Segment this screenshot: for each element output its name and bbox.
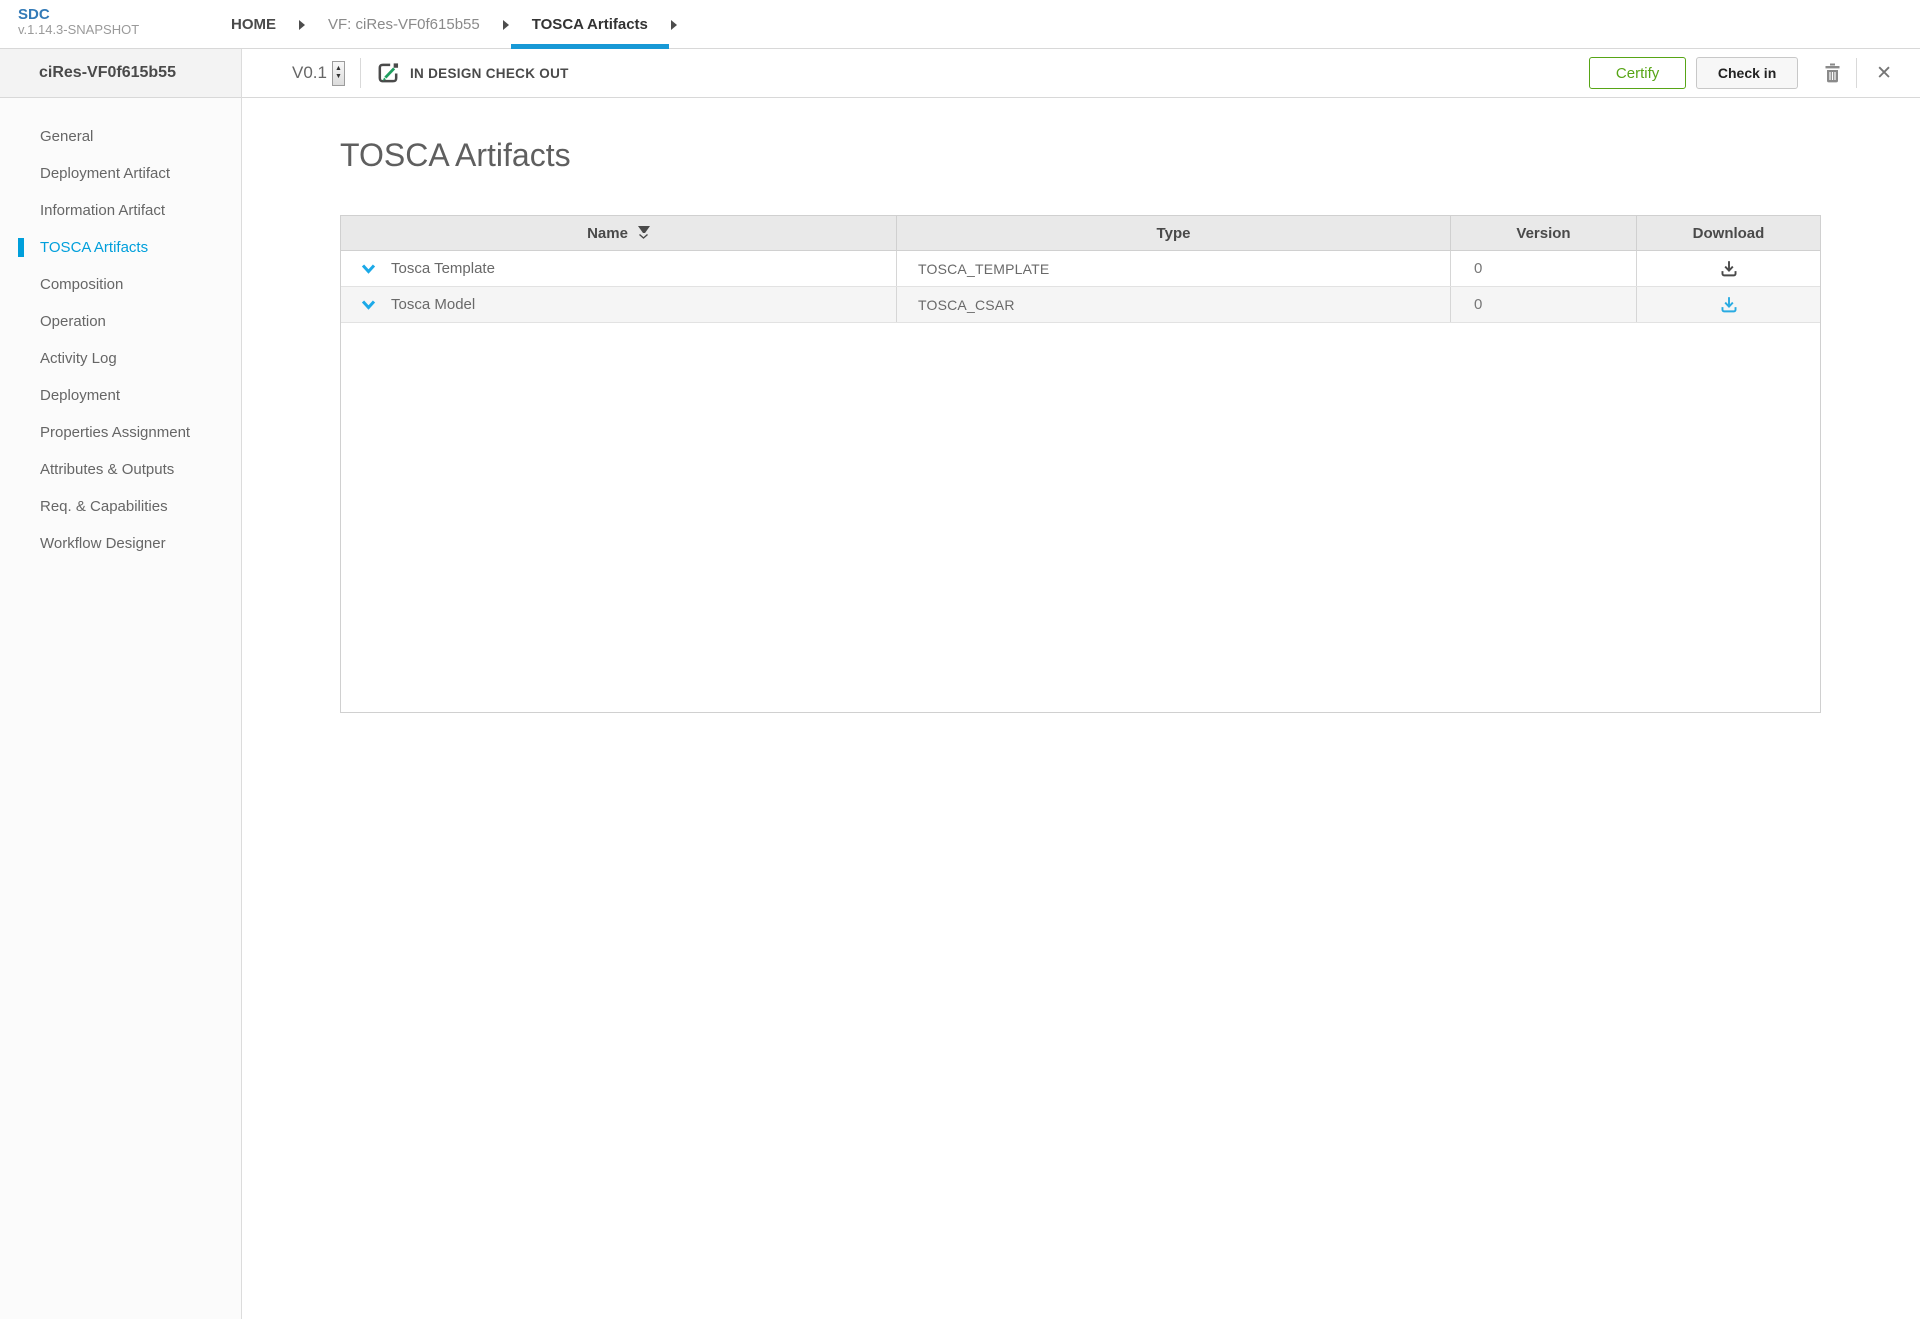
table-header: Name Type Version Download [341,216,1820,251]
app-version: v.1.14.3-SNAPSHOT [18,23,139,38]
download-icon [1720,296,1738,313]
sidebar-item-deployment-artifact[interactable]: Deployment Artifact [0,155,241,192]
page-title: TOSCA Artifacts [340,137,571,174]
check-in-button[interactable]: Check in [1696,57,1798,89]
sidebar-item-workflow-designer[interactable]: Workflow Designer [0,525,241,562]
close-icon: ✕ [1876,64,1892,83]
sidebar-item-deployment[interactable]: Deployment [0,377,241,414]
trash-icon [1824,63,1841,83]
column-header-type: Type [896,216,1450,250]
sdc-logo: SDC v.1.14.3-SNAPSHOT [18,6,139,38]
close-button[interactable]: ✕ [1872,62,1896,85]
sdc-app: SDC v.1.14.3-SNAPSHOT HOME VF: ciRes-VF0… [0,0,1920,1319]
sidebar: ciRes-VF0f615b55 General Deployment Arti… [0,49,242,1319]
stepper-up-icon[interactable]: ▲ [335,65,342,73]
breadcrumb-tosca-artifacts[interactable]: TOSCA Artifacts [511,0,669,49]
artifact-name: Tosca Model [391,296,475,313]
artifact-type: TOSCA_CSAR [896,287,1450,322]
artifact-version: 0 [1450,251,1636,286]
sidebar-item-tosca-artifacts[interactable]: TOSCA Artifacts [0,229,241,266]
certify-button[interactable]: Certify [1589,57,1686,89]
lifecycle-state-label: IN DESIGN CHECK OUT [410,66,569,81]
breadcrumb-vf[interactable]: VF: ciRes-VF0f615b55 [307,0,501,49]
artifact-version: 0 [1450,287,1636,322]
version-label: V0.1 [292,63,327,83]
breadcrumb-arrow-icon [299,20,305,30]
sort-chevron-icon [638,233,649,240]
column-header-download: Download [1636,216,1820,250]
component-title: ciRes-VF0f615b55 [0,49,241,98]
sidebar-item-attributes-outputs[interactable]: Attributes & Outputs [0,451,241,488]
breadcrumb-arrow-icon [671,20,677,30]
top-navbar: SDC v.1.14.3-SNAPSHOT HOME VF: ciRes-VF0… [0,0,1920,49]
name-sort-control[interactable] [638,226,650,240]
tosca-artifacts-table: Name Type Version Download [340,215,1821,713]
sidebar-item-general[interactable]: General [0,118,241,155]
download-tosca-template-button[interactable] [1718,258,1740,279]
breadcrumb: HOME VF: ciRes-VF0f615b55 TOSCA Artifact… [210,0,679,49]
delete-button[interactable] [1824,63,1841,83]
sidebar-item-information-artifact[interactable]: Information Artifact [0,192,241,229]
sidebar-menu: General Deployment Artifact Information … [0,98,241,562]
breadcrumb-home[interactable]: HOME [210,0,297,49]
sidebar-item-operation[interactable]: Operation [0,303,241,340]
download-icon [1720,260,1738,277]
table-row-tosca-template[interactable]: Tosca Template TOSCA_TEMPLATE 0 [341,251,1820,287]
main-content: TOSCA Artifacts Name Type Version Downlo… [242,99,1920,1319]
sidebar-item-activity-log[interactable]: Activity Log [0,340,241,377]
toolbar-divider [360,58,361,88]
artifact-name: Tosca Template [391,260,495,277]
sidebar-item-composition[interactable]: Composition [0,266,241,303]
expand-row-button[interactable] [359,298,378,312]
version-stepper[interactable]: ▲ ▼ [332,61,345,86]
chevron-down-icon [361,264,376,274]
download-tosca-model-button[interactable] [1718,294,1740,315]
expand-row-button[interactable] [359,262,378,276]
artifact-type: TOSCA_TEMPLATE [896,251,1450,286]
column-header-version: Version [1450,216,1636,250]
toolbar: V0.1 ▲ ▼ IN DESIGN CHECK OUT Certify Che… [242,49,1920,98]
column-header-name[interactable]: Name [341,216,896,250]
checkout-edit-icon [376,61,400,85]
toolbar-divider [1856,58,1857,88]
breadcrumb-arrow-icon [503,20,509,30]
app-name: SDC [18,6,139,23]
chevron-down-icon [361,300,376,310]
sidebar-item-properties-assignment[interactable]: Properties Assignment [0,414,241,451]
sidebar-item-req-capabilities[interactable]: Req. & Capabilities [0,488,241,525]
stepper-down-icon[interactable]: ▼ [335,73,342,81]
filter-funnel-icon [638,226,650,233]
table-row-tosca-model[interactable]: Tosca Model TOSCA_CSAR 0 [341,287,1820,323]
